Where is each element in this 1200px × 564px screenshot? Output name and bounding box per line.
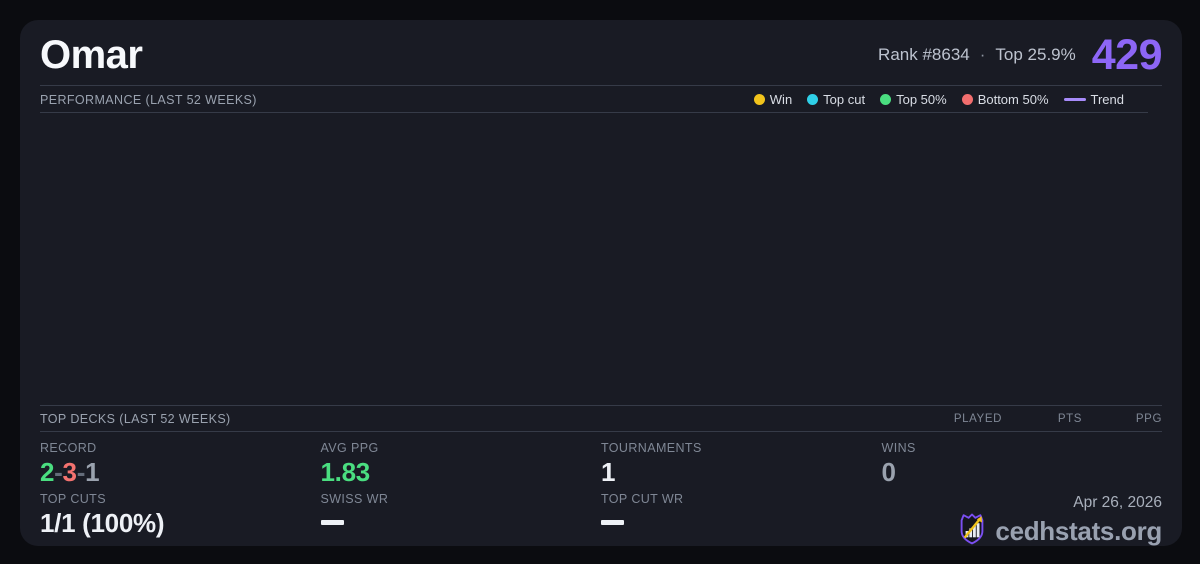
wins-value: 0 [881, 457, 896, 487]
percentile-value: Top 25.9% [995, 44, 1076, 64]
cedhstats-shield-logo-icon [957, 513, 987, 550]
legend-label: Bottom 50% [977, 92, 1049, 107]
top-cuts-value: 1/1 (100%) [40, 508, 165, 538]
brand-name: cedhstats.org [995, 516, 1162, 546]
stat-record: RECORD 2-3-1 [40, 441, 321, 486]
tournaments-value: 1 [601, 457, 616, 487]
stat-label: TOP CUTS [40, 492, 106, 506]
stat-label: TOURNAMENTS [601, 441, 702, 455]
performance-section-label: PERFORMANCE (LAST 52 WEEKS) [40, 92, 257, 107]
avg-ppg-value: 1.83 [320, 457, 371, 487]
legend-item-win: Win [753, 92, 793, 107]
player-stats-page: Omar Rank #8634 · Top 25.9% 429 PERFORMA… [0, 0, 1200, 564]
elo-score: 429 [1091, 31, 1163, 79]
stat-swiss-wr: SWISS WR [320, 492, 602, 537]
column-header-pts: PTS [1057, 412, 1082, 425]
stat-top-cut-wr: TOP CUT WR [601, 492, 882, 537]
legend-label: Win [769, 92, 793, 107]
player-stats-card: Omar Rank #8634 · Top 25.9% 429 PERFORMA… [20, 20, 1182, 546]
rank-value: Rank #8634 [878, 44, 970, 64]
swiss-wr-value [320, 520, 344, 525]
header-right: Rank #8634 · Top 25.9% 429 [878, 32, 1162, 77]
top-cut-dot-icon [807, 94, 819, 105]
stat-label: TOP CUT WR [601, 492, 684, 506]
stat-label: RECORD [40, 441, 97, 455]
stat-label: SWISS WR [320, 492, 389, 506]
player-name: Omar [40, 32, 143, 77]
legend-item-top-50: Top 50% [880, 92, 947, 107]
record-losses: 3 [62, 457, 77, 487]
stat-label: WINS [881, 441, 916, 455]
legend-item-trend: Trend [1063, 92, 1124, 107]
legend-item-bottom-50: Bottom 50% [961, 92, 1049, 107]
stat-tournaments: TOURNAMENTS 1 [601, 441, 882, 486]
report-date: Apr 26, 2026 [1073, 494, 1162, 511]
performance-chart-area [40, 113, 1162, 405]
performance-header-row: PERFORMANCE (LAST 52 WEEKS) Win Top cut … [40, 86, 1162, 113]
card-header: Omar Rank #8634 · Top 25.9% 429 [40, 20, 1163, 86]
top-50-dot-icon [880, 94, 892, 105]
legend-label: Top cut [823, 92, 866, 107]
record-separator: - [54, 457, 63, 487]
column-header-played: PLAYED [953, 412, 1002, 425]
chart-legend: Win Top cut Top 50% Bottom 50% Trend [753, 92, 1124, 107]
bottom-50-dot-icon [961, 94, 973, 105]
legend-item-top-cut: Top cut [807, 92, 865, 107]
rank-separator: · [979, 44, 986, 64]
stat-label: AVG PPG [320, 441, 379, 455]
stat-top-cuts: TOP CUTS 1/1 (100%) [40, 492, 321, 537]
top-decks-section-label: TOP DECKS (LAST 52 WEEKS) [40, 411, 231, 426]
win-dot-icon [753, 94, 765, 105]
rank-line: Rank #8634 · Top 25.9% [878, 45, 1076, 65]
trend-line-icon [1063, 98, 1086, 101]
record-separator: - [76, 457, 86, 487]
legend-label: Top 50% [896, 92, 947, 107]
top-decks-header-row: TOP DECKS (LAST 52 WEEKS) PLAYED PTS PPG [40, 405, 1162, 432]
record-value: 2-3-1 [40, 458, 321, 486]
stats-row-a: RECORD 2-3-1 AVG PPG 1.83 TOURNAMENTS 1 … [40, 441, 1162, 486]
stat-avg-ppg: AVG PPG 1.83 [321, 441, 602, 486]
top-decks-column-headers: PLAYED PTS PPG [922, 413, 1162, 425]
brand-row[interactable]: cedhstats.org [957, 513, 1162, 550]
stat-wins: WINS 0 [882, 441, 1163, 486]
legend-label: Trend [1090, 92, 1124, 107]
record-draws: 1 [85, 457, 100, 487]
top-cut-wr-value [601, 520, 624, 525]
record-wins: 2 [40, 457, 55, 487]
column-header-ppg: PPG [1135, 412, 1162, 425]
